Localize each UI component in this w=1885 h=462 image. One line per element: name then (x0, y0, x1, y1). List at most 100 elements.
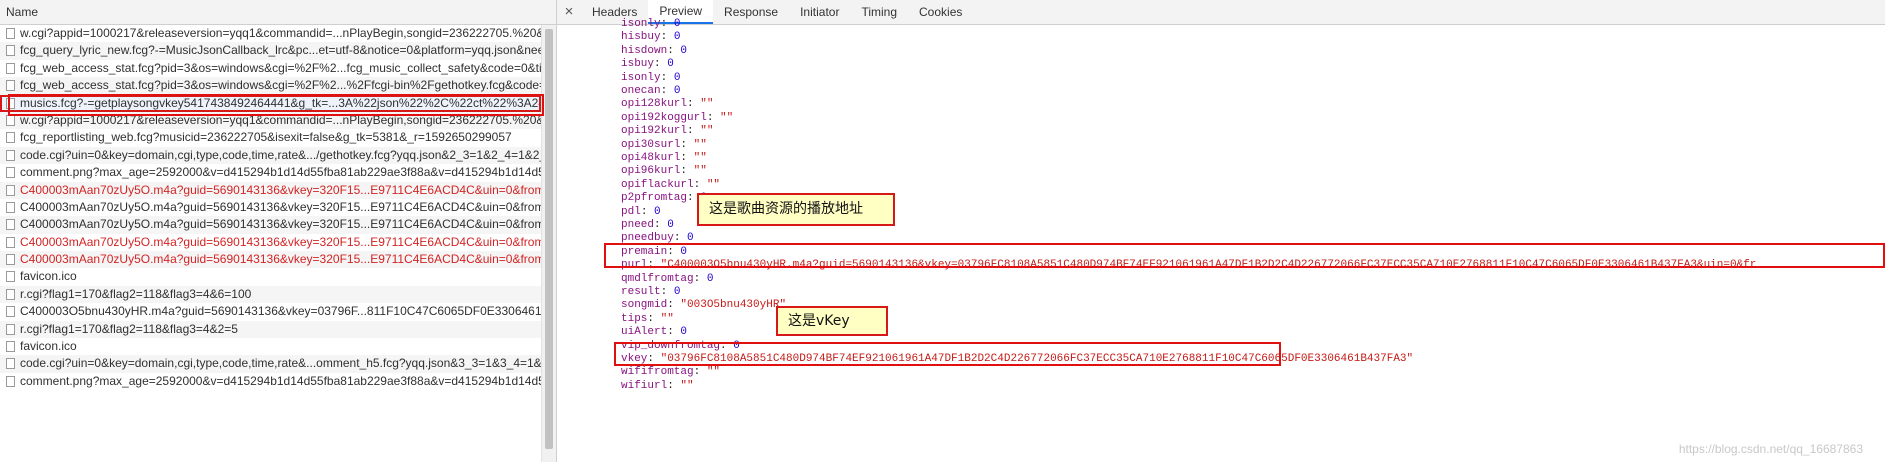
request-name: C400003O5bnu430yHR.m4a?guid=5690143136&v… (20, 304, 541, 319)
request-row[interactable]: w.cgi?appid=1000217&releaseversion=yqq1&… (0, 25, 541, 42)
json-key: isonly (621, 71, 661, 84)
request-name: fcg_query_lyric_new.fcg?-=MusicJsonCallb… (20, 43, 541, 58)
json-key: opi192koggurl (621, 111, 707, 124)
request-row[interactable]: fcg_web_access_stat.fcg?pid=3&os=windows… (0, 60, 541, 77)
json-key: tips (621, 312, 648, 325)
json-key: hisbuy (621, 31, 661, 44)
request-name: fcg_reportlisting_web.fcg?musicid=236222… (20, 130, 512, 145)
request-row[interactable]: code.cgi?uin=0&key=domain,cgi,type,code,… (0, 355, 541, 373)
json-property[interactable]: qmdlfromtag: 0 (621, 273, 713, 286)
watermark: https://blog.csdn.net/qq_16687863 (1678, 442, 1863, 456)
request-name: favicon.ico (20, 339, 77, 354)
json-key: isonly (621, 18, 661, 30)
json-property[interactable]: result: 0 (621, 286, 680, 299)
json-key: wififromtag (621, 366, 694, 379)
json-property[interactable]: opi30surl: "" (621, 139, 707, 152)
json-value: 0 (667, 219, 674, 231)
request-row[interactable]: C400003mAan70zUy5O.m4a?guid=5690143136&v… (0, 234, 541, 251)
request-name: comment.png?max_age=2592000&v=d415294b1d… (20, 165, 541, 180)
json-value: "" (700, 125, 714, 138)
json-property[interactable]: wififromtag: "" (621, 366, 720, 379)
json-key: opi30surl (621, 138, 681, 151)
file-icon (6, 236, 15, 248)
json-value: 0 (680, 44, 688, 57)
json-property[interactable]: songmid: "003O5bnu430yHR" (621, 299, 786, 312)
request-row[interactable]: fcg_web_access_stat.fcg?pid=3&os=windows… (0, 77, 541, 95)
file-icon (6, 201, 15, 213)
request-name: comment.png?max_age=2592000&v=d415294b1d… (20, 373, 541, 388)
request-row[interactable]: fcg_reportlisting_web.fcg?musicid=236222… (0, 129, 541, 146)
json-property[interactable]: pdl: 0 (621, 206, 661, 219)
request-name: fcg_web_access_stat.fcg?pid=3&os=windows… (20, 78, 541, 93)
json-property[interactable]: pneed: 0 (621, 219, 674, 232)
request-row[interactable]: favicon.ico (0, 338, 541, 355)
json-key: opi48kurl (621, 152, 681, 164)
request-row[interactable]: r.cgi?flag1=170&flag2=118&flag3=4&2=5 (0, 320, 541, 339)
file-icon (6, 306, 15, 318)
request-list-scrollbar[interactable] (541, 25, 556, 462)
json-property[interactable]: opi48kurl: "" (621, 152, 707, 165)
json-property[interactable]: hisdown: 0 (621, 45, 687, 58)
json-value: 0 (654, 205, 661, 218)
json-key: isbuy (621, 58, 655, 71)
json-property[interactable]: opi96kurl: "" (621, 165, 707, 178)
request-name: code.cgi?uin=0&key=domain,cgi,type,code,… (20, 147, 541, 162)
close-icon[interactable]: × (557, 0, 581, 24)
vkey-annotation: 这是vKey (776, 306, 888, 336)
json-key: songmid (621, 299, 668, 312)
json-property[interactable]: opi192koggurl: "" (621, 112, 733, 125)
file-icon (6, 114, 15, 126)
request-name: C400003mAan70zUy5O.m4a?guid=5690143136&v… (20, 252, 541, 267)
json-property[interactable]: opi192kurl: "" (621, 125, 713, 138)
json-key: opi192kurl (621, 125, 688, 138)
file-icon (6, 132, 15, 144)
json-property[interactable]: p2pfromtag: 0 (621, 192, 707, 205)
name-column-header[interactable]: Name (0, 0, 556, 25)
file-icon (6, 45, 15, 57)
tab-cookies[interactable]: Cookies (908, 0, 973, 24)
json-property[interactable]: isonly: 0 (621, 72, 680, 85)
purl-highlight (604, 243, 1885, 268)
json-property[interactable]: uiAlert: 0 (621, 326, 687, 339)
request-name: r.cgi?flag1=170&flag2=118&flag3=4&2=5 (20, 321, 238, 336)
json-property[interactable]: wifiurl: "" (621, 380, 694, 393)
request-row[interactable]: code.cgi?uin=0&key=domain,cgi,type,code,… (0, 146, 541, 165)
json-value: "" (706, 366, 721, 379)
json-property[interactable]: tips: "" (621, 313, 674, 326)
json-property[interactable]: isbuy: 0 (621, 58, 674, 71)
json-key: uiAlert (621, 326, 668, 339)
request-name: w.cgi?appid=1000217&releaseversion=yqq1&… (20, 26, 541, 40)
json-key: result (621, 286, 661, 298)
json-property[interactable]: opi128kurl: "" (621, 98, 713, 111)
json-key: qmdlfromtag (621, 272, 694, 285)
selected-request-highlight (8, 94, 544, 116)
request-row[interactable]: C400003mAan70zUy5O.m4a?guid=5690143136&v… (0, 181, 541, 199)
json-value: 0 (673, 31, 681, 44)
request-row[interactable]: comment.png?max_age=2592000&v=d415294b1d… (0, 373, 541, 390)
json-key: opi96kurl (621, 165, 681, 178)
json-property[interactable]: opiflackurl: "" (621, 179, 720, 192)
request-row[interactable]: C400003O5bnu430yHR.m4a?guid=5690143136&v… (0, 303, 541, 320)
request-row[interactable]: C400003mAan70zUy5O.m4a?guid=5690143136&v… (0, 251, 541, 269)
json-value: 0 (680, 326, 688, 339)
request-row[interactable]: fcg_query_lyric_new.fcg?-=MusicJsonCallb… (0, 42, 541, 60)
tab-timing[interactable]: Timing (850, 0, 908, 24)
json-key: hisdown (621, 44, 668, 57)
scrollbar-thumb[interactable] (545, 29, 553, 449)
json-property[interactable]: onecan: 0 (621, 85, 680, 98)
json-property[interactable]: isonly: 0 (621, 18, 680, 31)
tab-initiator[interactable]: Initiator (789, 0, 850, 24)
network-request-panel: Name w.cgi?appid=1000217&releaseversion=… (0, 0, 557, 462)
json-key: p2pfromtag (621, 192, 688, 205)
request-row[interactable]: C400003mAan70zUy5O.m4a?guid=5690143136&v… (0, 199, 541, 216)
request-row[interactable]: comment.png?max_age=2592000&v=d415294b1d… (0, 164, 541, 181)
json-value: 0 (667, 58, 674, 71)
json-property[interactable]: hisbuy: 0 (621, 31, 680, 44)
json-key: pdl (621, 205, 641, 218)
request-row[interactable]: r.cgi?flag1=170&flag2=118&flag3=4&6=100 (0, 285, 541, 304)
json-key: wifiurl (621, 379, 668, 392)
request-row[interactable]: C400003mAan70zUy5O.m4a?guid=5690143136&v… (0, 216, 541, 234)
request-row[interactable]: favicon.ico (0, 268, 541, 285)
request-name: C400003mAan70zUy5O.m4a?guid=5690143136&v… (20, 182, 541, 197)
tab-response[interactable]: Response (713, 0, 789, 24)
